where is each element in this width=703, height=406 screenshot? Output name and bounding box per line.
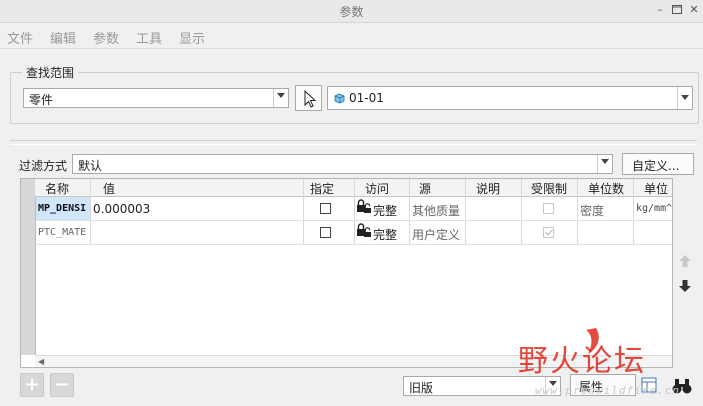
plus-icon: + [24,374,40,395]
menu-edit[interactable]: 编辑 [50,28,76,47]
filter-select[interactable]: 默认 [72,154,613,174]
unit-quantity-cell: 密度 [580,204,605,218]
lock-icon [357,223,371,237]
chevron-down-icon [681,95,689,100]
source-cell: 用户定义 [412,228,461,242]
customize-button[interactable]: 自定义... [622,153,694,175]
version-value: 旧版 [409,381,434,395]
unit-cell[interactable]: kg/mm^ [636,203,672,214]
remove-parameter-button[interactable]: − [50,373,74,397]
title-bar: 参数 – ✕ [0,0,703,23]
menu-tools[interactable]: 工具 [136,28,162,47]
col-header-name[interactable]: 名称 [45,180,69,197]
restricted-checkbox [543,227,554,238]
param-name-cell[interactable]: PTC_MATE [38,227,90,238]
menu-parameters[interactable]: 参数 [93,28,119,47]
col-header-designated[interactable]: 指定 [310,180,334,197]
param-name-cell[interactable]: MP_DENSI [36,197,90,220]
col-header-unit[interactable]: 单位 [644,180,672,197]
menu-file[interactable]: 文件 [7,28,33,47]
menu-bar: 文件 编辑 参数 工具 显示 [0,24,703,47]
minimize-icon[interactable]: – [653,3,667,17]
part-icon [334,93,345,104]
filter-value: 默认 [78,159,103,173]
move-up-icon[interactable] [678,254,692,268]
row-header-column [21,179,36,355]
scroll-left-icon[interactable]: ◀ [38,357,44,366]
scope-type-value: 零件 [29,93,54,107]
menu-separator [0,48,703,49]
move-down-icon[interactable] [678,279,692,293]
minus-icon: − [54,374,70,395]
chevron-down-icon [277,93,285,98]
section-separator [10,140,697,145]
maximize-icon[interactable] [670,3,684,17]
scope-object-value: 01-01 [349,91,384,105]
col-header-source[interactable]: 源 [419,180,431,197]
restricted-checkbox [543,203,554,214]
watermark-url: www.proewildfire.cn [535,384,680,397]
col-header-restricted[interactable]: 受限制 [531,180,575,197]
access-cell: 完整 [373,204,398,218]
designated-checkbox[interactable] [320,203,331,214]
col-header-access[interactable]: 访问 [365,180,389,197]
chevron-down-icon [601,159,609,164]
scope-type-select[interactable]: 零件 [23,88,289,108]
filter-label: 过滤方式 [19,159,68,173]
add-parameter-button[interactable]: + [20,373,44,397]
col-header-description[interactable]: 说明 [476,180,500,197]
menu-display[interactable]: 显示 [179,28,205,47]
access-cell: 完整 [373,228,398,242]
select-object-button[interactable] [295,85,322,111]
scope-group-label: 查找范围 [22,64,79,81]
param-value-cell[interactable]: 0.000003 [93,202,293,216]
window-title: 参数 [339,5,364,19]
designated-checkbox[interactable] [320,227,331,238]
lock-icon [357,199,371,213]
col-header-value[interactable]: 值 [103,180,115,197]
col-header-unit-quantity[interactable]: 单位数 [588,180,632,197]
watermark-text: 野火论坛 [518,344,646,379]
close-icon[interactable]: ✕ [687,3,701,17]
source-cell: 其他质量 [412,204,461,218]
scope-object-select[interactable]: 01-01 [327,86,693,110]
cursor-arrow-icon [304,89,317,108]
